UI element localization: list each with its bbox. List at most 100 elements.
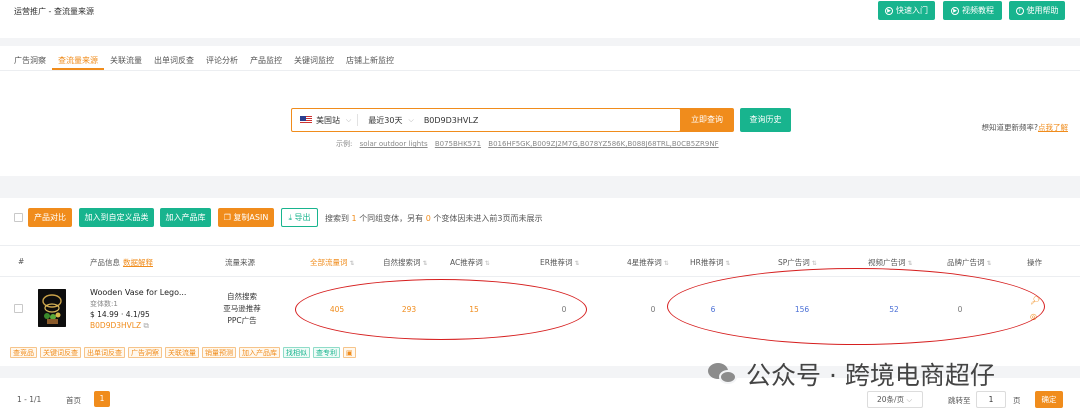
search-bar: 美国站 ⌵ 最近30天 ⌵ B0D9D3HVLZ [291, 108, 681, 132]
watermark: 公众号 · 跨境电商超仔 [708, 356, 995, 392]
tab-related-traffic[interactable]: 关联流量 [104, 52, 148, 70]
page-size-select[interactable]: 20条/页 ⌵ [867, 391, 923, 408]
us-flag-icon [300, 116, 312, 124]
data-help-link[interactable]: 数据解释 [123, 258, 153, 267]
col-product: 产品信息 数据解释 [90, 258, 153, 267]
sort-icon: ⇅ [422, 260, 428, 267]
add-custom-category-button[interactable]: 加入到自定义品类 [79, 208, 154, 227]
value-4star: 0 [650, 305, 656, 314]
sort-icon: ⇅ [811, 260, 817, 267]
tag-more-icon[interactable]: ▣ [343, 347, 356, 358]
example-link[interactable]: B016HF5GK,B009ZJ2M7G,B078YZ586K,B088J68T… [488, 140, 718, 148]
jump-label: 跳转至 [948, 396, 971, 405]
sort-icon: ⇅ [986, 260, 992, 267]
site-select[interactable]: 美国站 [316, 115, 340, 126]
current-page-button[interactable]: 1 [94, 391, 110, 407]
update-frequency-note: 想知道更新频率?点我了解 [981, 123, 1068, 132]
tab-product-monitor[interactable]: 产品监控 [244, 52, 288, 70]
jump-confirm-button[interactable]: 确定 [1035, 391, 1063, 408]
tab-review-analysis[interactable]: 评论分析 [200, 52, 244, 70]
tag-competitor[interactable]: 查竞品 [10, 347, 37, 358]
query-history-button[interactable]: 查询历史 [740, 108, 791, 132]
tag-find-similar[interactable]: 找相似 [283, 347, 310, 358]
wechat-icon [708, 361, 738, 387]
target-icon[interactable]: ◎ [1030, 312, 1037, 321]
col-sp-keywords[interactable]: SP广告词 ⇅ [778, 257, 817, 268]
source-ppc: PPC广告 [227, 316, 257, 325]
sort-icon: ⇅ [663, 260, 669, 267]
asin-input[interactable]: B0D9D3HVLZ [424, 116, 479, 125]
pagination-info: 1 - 1/1 [17, 395, 42, 404]
external-link-icon: ⧉ [143, 321, 149, 330]
col-4star-keywords[interactable]: 4星推荐词 ⇅ [627, 257, 669, 268]
breadcrumb: 运营推广 - 查流量来源 [14, 7, 94, 16]
add-product-library-button[interactable]: 加入产品库 [160, 208, 211, 227]
video-tutorial-button[interactable]: ▶ 视频教程 [943, 1, 1002, 20]
col-video-keywords[interactable]: 视频广告词 ⇅ [868, 257, 913, 268]
tab-traffic-source[interactable]: 查流量来源 [52, 52, 104, 70]
tag-order-keyword[interactable]: 出单词反查 [84, 347, 125, 358]
value-er: 0 [561, 305, 567, 314]
sort-icon: ⇅ [574, 260, 580, 267]
col-organic-keywords[interactable]: 自然搜索词 ⇅ [383, 257, 428, 268]
product-image[interactable] [38, 289, 66, 327]
sort-icon: ⇅ [725, 260, 731, 267]
results-panel: 产品对比 加入到自定义品类 加入产品库 ❐ 复制ASIN ⤓ 导出 搜索到 1 … [0, 198, 1080, 366]
row-checkbox[interactable] [14, 304, 23, 313]
example-link[interactable]: B075BHK571 [435, 140, 481, 148]
first-page-button[interactable]: 首页 [66, 395, 81, 406]
example-link[interactable]: solar outdoor lights [360, 140, 428, 148]
table-row: Wooden Vase for Lego... 变体数:1 $ 14.99 · … [0, 278, 1080, 338]
source-amazon-recommend: 亚马逊推荐 [223, 304, 261, 313]
tab-order-keywords[interactable]: 出单词反查 [148, 52, 200, 70]
table-header: # 产品信息 数据解释 流量来源 全部流量词 ⇅ 自然搜索词 ⇅ AC推荐词 ⇅ ER推… [0, 245, 1080, 277]
play-circle-icon: ▶ [885, 6, 893, 15]
col-hr-keywords[interactable]: HR推荐词 ⇅ [690, 257, 730, 268]
help-circle-icon: ? [1015, 6, 1024, 15]
col-source: 流量来源 [225, 258, 255, 267]
tab-divider [0, 70, 1080, 71]
tab-keyword-monitor[interactable]: 关键词监控 [288, 52, 340, 70]
search-icon[interactable]: 🔎︎ [1030, 296, 1040, 305]
variant-count: 变体数:1 [90, 300, 118, 308]
col-ac-keywords[interactable]: AC推荐词 ⇅ [450, 257, 490, 268]
col-index: # [18, 257, 25, 266]
help-button[interactable]: ? 使用帮助 [1009, 1, 1065, 20]
col-er-keywords[interactable]: ER推荐词 ⇅ [540, 257, 579, 268]
tab-bar: 广告洞察 查流量来源 关联流量 出单词反查 评论分析 产品监控 关键词监控 店铺… [8, 52, 400, 70]
product-compare-button[interactable]: 产品对比 [28, 208, 72, 227]
product-asin-link[interactable]: B0D9D3HVLZ ⧉ [90, 321, 149, 331]
copy-asin-button[interactable]: ❐ 复制ASIN [218, 208, 274, 227]
product-price-rating: $ 14.99 · 4.1/95 [90, 310, 150, 319]
col-total-keywords[interactable]: 全部流量词 ⇅ [310, 257, 355, 268]
value-hr[interactable]: 6 [693, 305, 733, 314]
quick-start-button[interactable]: ▶ 快速入门 [878, 1, 935, 20]
tag-related-traffic[interactable]: 关联流量 [165, 347, 199, 358]
col-brand-keywords[interactable]: 品牌广告词 ⇅ [947, 257, 992, 268]
select-all-checkbox[interactable] [14, 213, 23, 222]
period-select[interactable]: 最近30天 [368, 115, 402, 126]
tag-sales-forecast[interactable]: 销量预测 [202, 347, 236, 358]
tag-ad-insight[interactable]: 广告洞察 [128, 347, 162, 358]
product-title[interactable]: Wooden Vase for Lego... [90, 288, 186, 297]
value-organic[interactable]: 293 [389, 305, 429, 314]
search-examples: 示例: solar outdoor lights B075BHK571 B016… [336, 140, 719, 148]
page-label: 页 [1013, 396, 1021, 405]
jump-page-input[interactable]: 1 [976, 391, 1006, 408]
value-video[interactable]: 52 [874, 305, 914, 314]
tag-patent-check[interactable]: 查专利 [313, 347, 340, 358]
tag-keyword-reverse[interactable]: 关键词反查 [40, 347, 81, 358]
tag-add-library[interactable]: 加入产品库 [239, 347, 280, 358]
tab-store-new-monitor[interactable]: 店铺上新监控 [340, 52, 400, 70]
value-ac[interactable]: 15 [454, 305, 494, 314]
chevron-down-icon: ⌵ [906, 395, 913, 404]
tab-ad-insight[interactable]: 广告洞察 [8, 52, 52, 70]
top-bar: 运营推广 - 查流量来源 ▶ 快速入门 ▶ 视频教程 ? 使用帮助 [0, 0, 1080, 38]
sort-icon: ⇅ [349, 260, 355, 267]
learn-more-link[interactable]: 点我了解 [1038, 123, 1068, 132]
value-sp[interactable]: 156 [782, 305, 822, 314]
query-button[interactable]: 立即查询 [680, 108, 734, 132]
value-total[interactable]: 405 [317, 305, 357, 314]
export-button[interactable]: ⤓ 导出 [281, 208, 318, 227]
chevron-down-icon: ⌵ [346, 115, 352, 124]
